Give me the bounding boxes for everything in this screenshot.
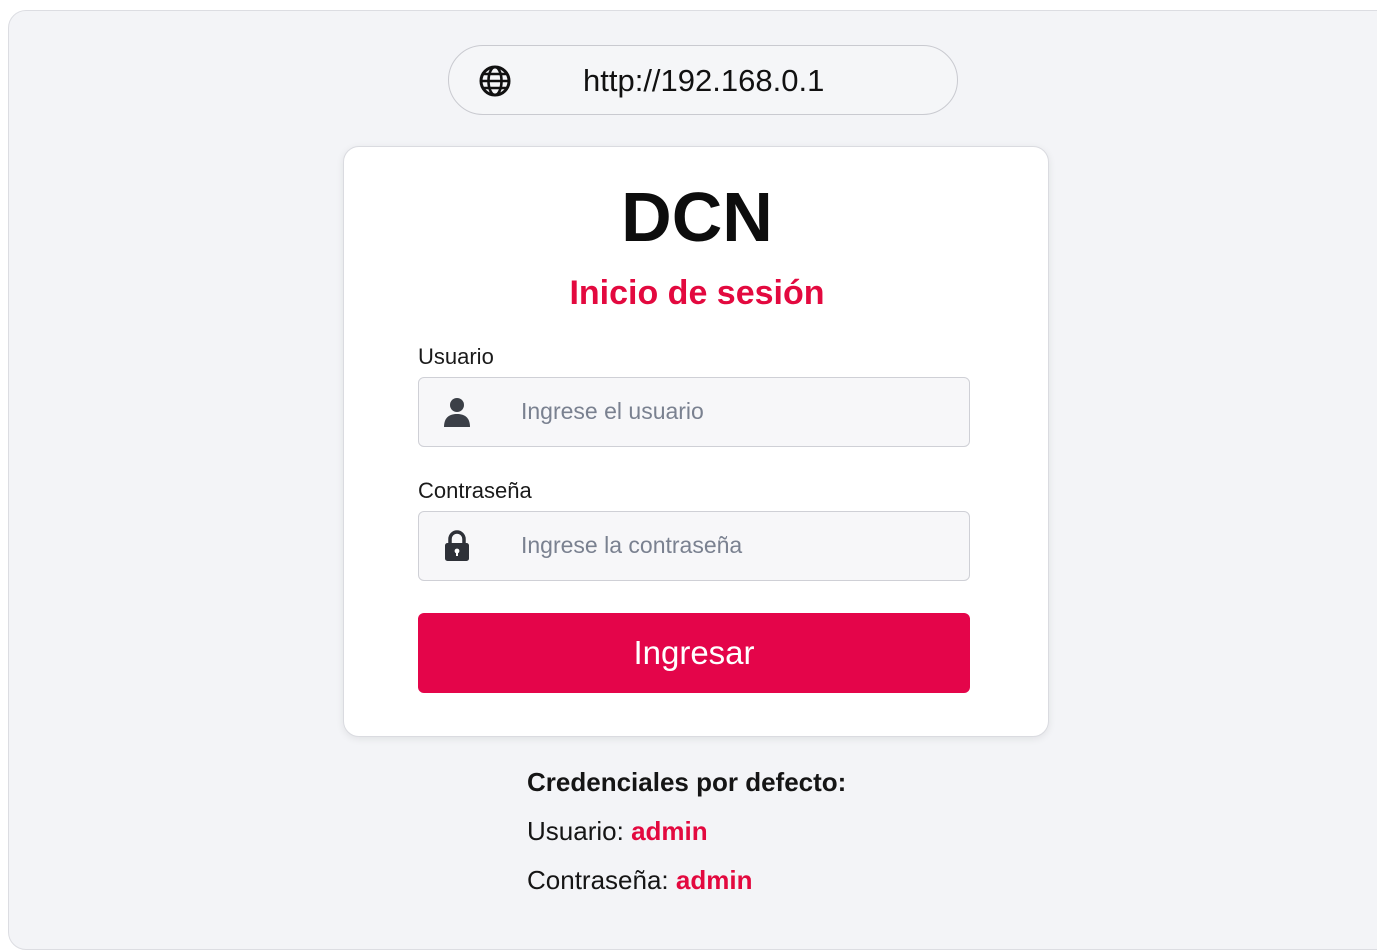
default-username-row: Usuario: admin — [527, 813, 846, 862]
username-field[interactable] — [418, 377, 970, 447]
default-password-label: Contraseña: — [527, 865, 669, 895]
password-field[interactable] — [418, 511, 970, 581]
username-input[interactable] — [521, 378, 951, 444]
password-label: Contraseña — [418, 478, 532, 503]
login-title: Inicio de sesión — [569, 274, 825, 312]
password-input[interactable] — [521, 512, 951, 578]
lock-icon — [445, 530, 469, 561]
default-password-value: admin — [675, 865, 753, 895]
default-credentials: Credenciales por defecto: Usuario: admin… — [527, 764, 846, 911]
default-username-label: Usuario: — [527, 816, 624, 846]
url-text[interactable]: http://192.168.0.1 — [583, 64, 824, 98]
brand-logo: DCN — [621, 178, 773, 256]
default-credentials-title: Credenciales por defecto: — [527, 767, 847, 797]
address-bar[interactable]: http://192.168.0.1 — [448, 45, 958, 115]
default-password-row: Contraseña: admin — [527, 862, 846, 911]
default-username-value: admin — [631, 816, 708, 846]
user-icon — [444, 398, 470, 427]
login-card: DCN Inicio de sesión Usuario Contraseña … — [343, 146, 1049, 737]
username-label: Usuario — [418, 344, 494, 369]
login-button[interactable]: Ingresar — [418, 613, 970, 693]
globe-icon — [479, 65, 511, 97]
